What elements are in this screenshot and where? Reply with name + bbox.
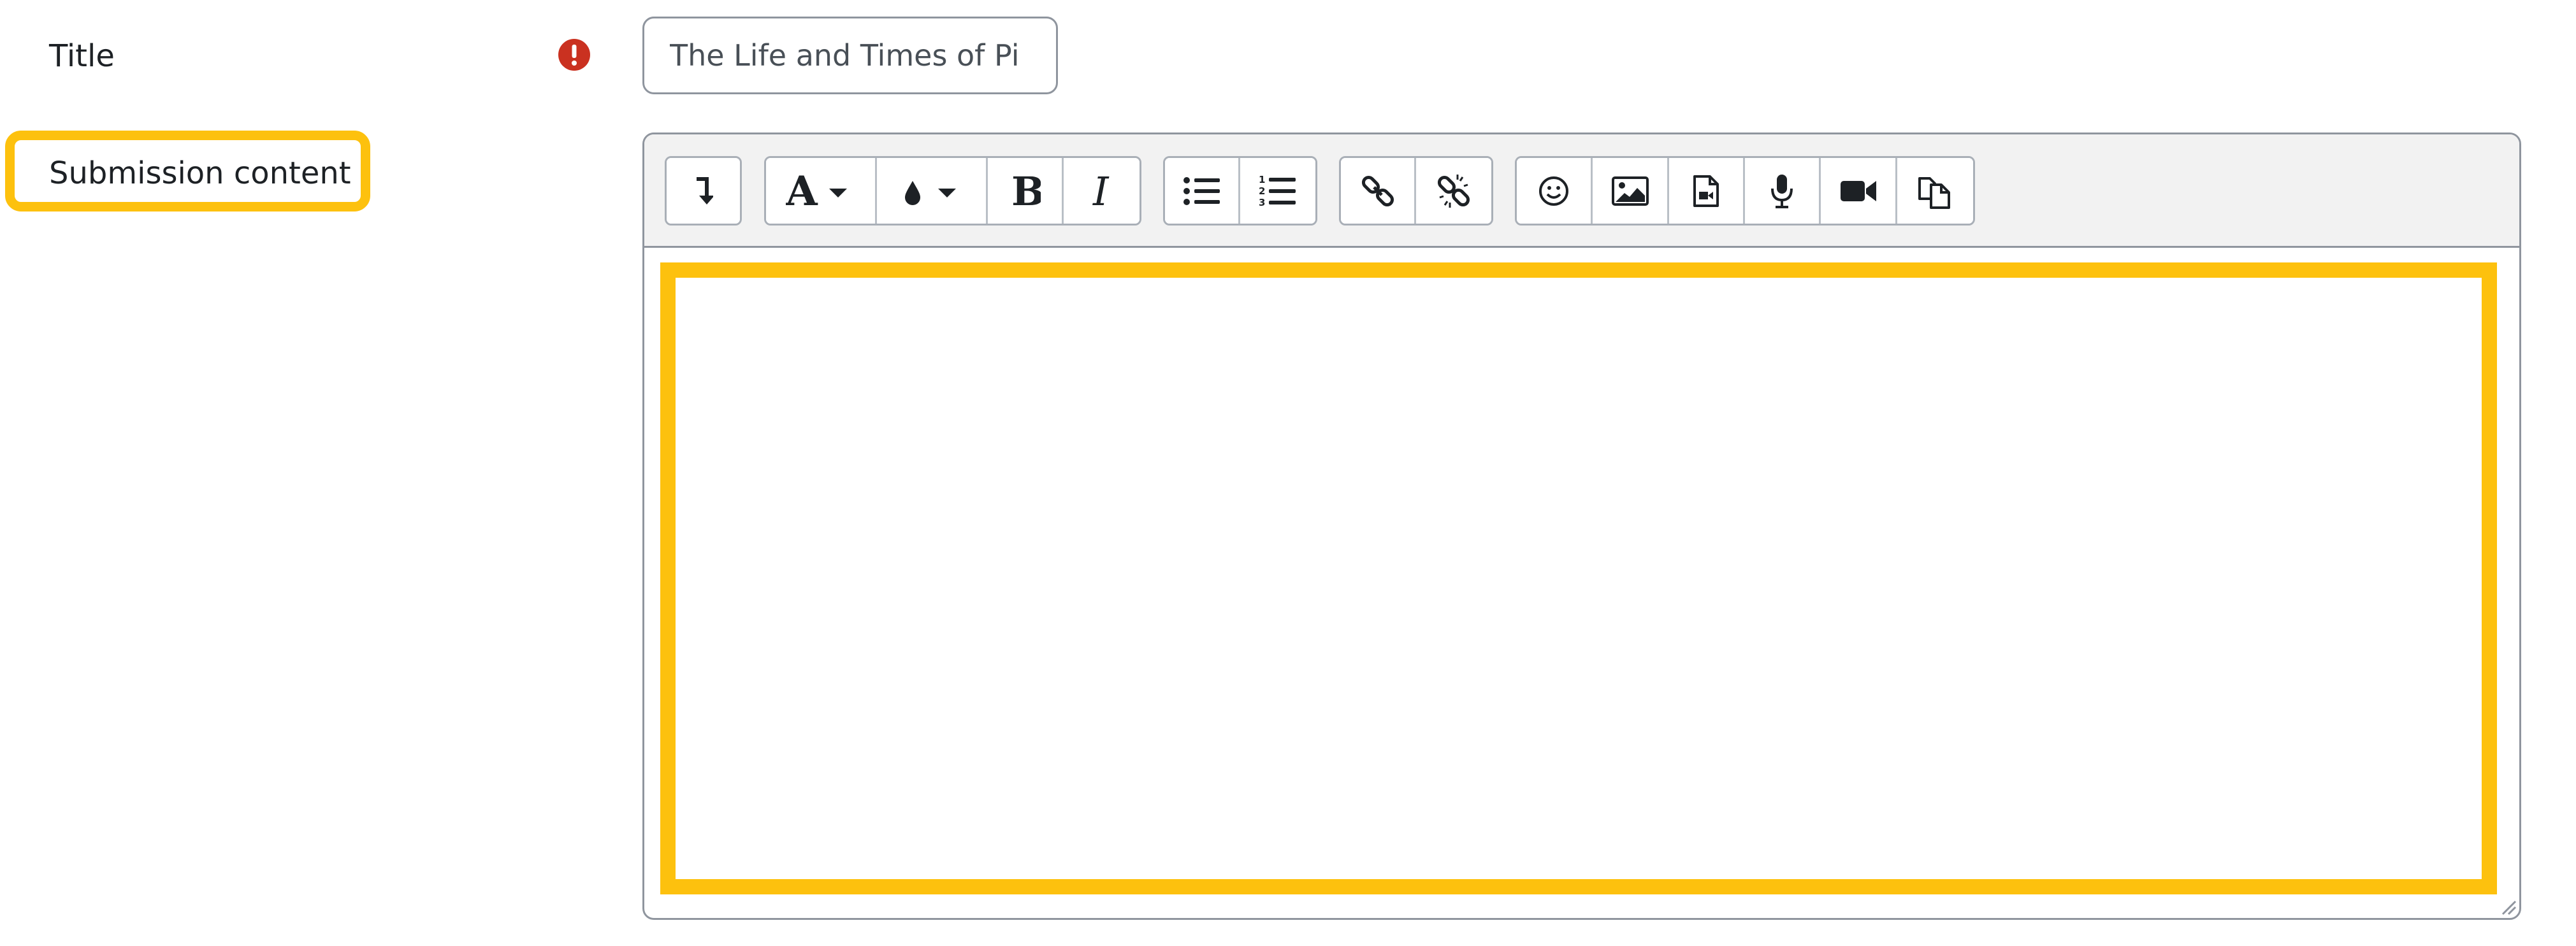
link-icon <box>1361 175 1394 206</box>
record-video-button[interactable] <box>1821 158 1897 224</box>
svg-text:A: A <box>786 172 818 210</box>
italic-icon: I <box>1092 172 1110 210</box>
font-style-icon: A <box>786 172 847 210</box>
unlink-icon <box>1437 174 1470 208</box>
numbered-list-button[interactable]: 1 2 3 <box>1240 158 1315 224</box>
media-icon <box>1693 175 1719 207</box>
toolbar-group-1 <box>665 156 742 226</box>
svg-text:3: 3 <box>1259 197 1265 208</box>
text-color-button[interactable] <box>877 158 988 224</box>
record-audio-button[interactable] <box>1745 158 1821 224</box>
required-icon <box>558 39 590 71</box>
record-audio-icon <box>1771 174 1793 208</box>
svg-text:B: B <box>1011 172 1041 210</box>
bold-button[interactable]: B <box>988 158 1064 224</box>
title-input[interactable] <box>642 17 1058 94</box>
link-button[interactable] <box>1341 158 1416 224</box>
manage-files-icon <box>1918 176 1951 209</box>
toolbar-group-3: 1 2 3 <box>1163 156 1317 226</box>
svg-text:2: 2 <box>1259 185 1265 197</box>
resize-handle-icon[interactable] <box>2500 899 2517 915</box>
record-video-icon <box>1840 180 1876 201</box>
unlink-button[interactable] <box>1416 158 1491 224</box>
svg-text:1: 1 <box>1259 174 1265 185</box>
bold-icon: B <box>1011 172 1041 210</box>
text-color-icon <box>904 180 956 205</box>
svg-text:I: I <box>1092 172 1110 210</box>
font-style-button[interactable]: A <box>766 158 877 224</box>
show-more-icon <box>696 176 713 204</box>
show-more-button[interactable] <box>667 158 740 224</box>
editor-toolbar: A B I <box>644 134 2519 248</box>
editor-content-area[interactable] <box>660 262 2497 894</box>
image-button[interactable] <box>1593 158 1669 224</box>
numbered-list-icon: 1 2 3 <box>1259 174 1296 208</box>
toolbar-group-2: A B I <box>764 156 1141 226</box>
emoji-button[interactable] <box>1517 158 1593 224</box>
manage-files-button[interactable] <box>1897 158 1973 224</box>
media-button[interactable] <box>1668 158 1746 224</box>
bullet-list-button[interactable] <box>1165 158 1240 224</box>
toolbar-group-5 <box>1515 156 1975 226</box>
submission-content-label: Submission content <box>49 155 351 191</box>
toolbar-group-4 <box>1339 156 1493 226</box>
emoji-icon <box>1539 176 1569 206</box>
image-icon <box>1611 176 1649 206</box>
title-label: Title <box>49 38 115 74</box>
italic-button[interactable]: I <box>1064 158 1140 224</box>
bullet-list-icon <box>1183 176 1220 205</box>
